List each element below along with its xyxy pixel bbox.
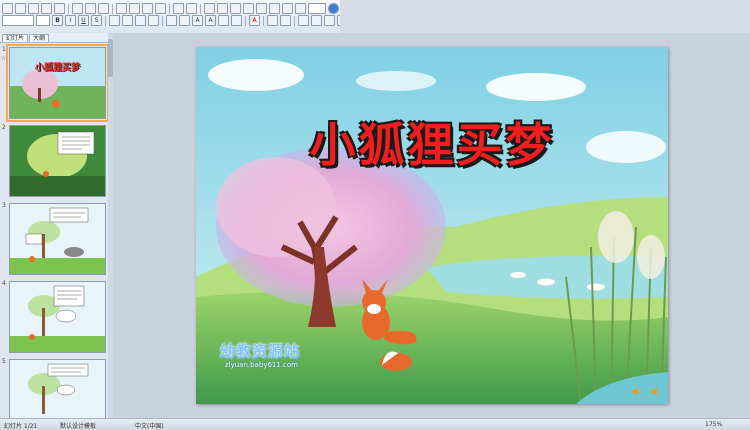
status-bar: 幻灯片 1/21 默认设计模板 中文(中国) 175% <box>0 418 750 430</box>
thumbnail-item-1[interactable]: 1 ☆ 小狐狸买梦 <box>0 44 109 122</box>
thumbnail-5-art <box>10 360 105 418</box>
thumbnail-slide-3[interactable] <box>9 203 106 275</box>
bullets-icon[interactable] <box>179 15 190 26</box>
design-icon[interactable] <box>267 15 278 26</box>
toolbar-row-standard <box>2 3 339 14</box>
slide-title[interactable]: 小狐狸买梦 <box>196 109 668 175</box>
separator <box>245 15 246 26</box>
thumbnail-title: 小狐狸买梦 <box>34 63 80 73</box>
distribute-icon[interactable] <box>148 15 159 26</box>
thumbnail-4-art <box>10 282 105 352</box>
chart-icon[interactable] <box>204 3 215 14</box>
thumbnail-number: 1 <box>2 46 6 53</box>
italic-icon[interactable]: I <box>65 15 76 26</box>
slide-canvas[interactable]: 小狐狸买梦 幼教资源站 zlyuan.baby611.com <box>196 47 668 404</box>
expand-icon[interactable] <box>256 3 267 14</box>
permission-icon[interactable] <box>41 3 52 14</box>
separator <box>169 3 170 14</box>
toolbar-empty-area <box>340 0 750 33</box>
separator <box>105 15 106 26</box>
color-grayscale-icon[interactable] <box>295 3 306 14</box>
thumbnail-1-art <box>10 48 105 118</box>
redo-icon[interactable] <box>186 3 197 14</box>
speaker-icon[interactable] <box>650 386 661 397</box>
thumbnail-2-art <box>10 126 105 196</box>
format-painter-icon[interactable] <box>155 3 166 14</box>
toolbar-row-formatting: B I U S A A A <box>2 15 387 26</box>
thumbnail-number: 3 <box>2 202 6 209</box>
align-center-icon[interactable] <box>122 15 133 26</box>
cut-icon[interactable] <box>116 3 127 14</box>
bold-icon[interactable]: B <box>52 15 63 26</box>
thumbnail-slide-4[interactable] <box>9 281 106 353</box>
separator <box>112 3 113 14</box>
print-icon[interactable] <box>54 3 65 14</box>
pane-tabs: 幻灯片 大纲 <box>0 33 112 43</box>
autoshapes-icon[interactable] <box>311 15 322 26</box>
decrease-indent-icon[interactable] <box>218 15 229 26</box>
separator <box>200 3 201 14</box>
separator <box>294 15 295 26</box>
shadow-icon[interactable]: S <box>91 15 102 26</box>
save-icon[interactable] <box>28 3 39 14</box>
thumbnail-slide-2[interactable] <box>9 125 106 197</box>
align-left-icon[interactable] <box>109 15 120 26</box>
slides-pane: 幻灯片 大纲 1 ☆ 小狐狸买梦 2 3 4 5 <box>0 33 113 419</box>
help-icon[interactable] <box>328 3 339 14</box>
paste-icon[interactable] <box>142 3 153 14</box>
separator <box>68 3 69 14</box>
open-icon[interactable] <box>15 3 26 14</box>
thumbnail-number: 5 <box>2 358 6 365</box>
numbering-icon[interactable] <box>166 15 177 26</box>
increase-indent-icon[interactable] <box>231 15 242 26</box>
copy-icon[interactable] <box>129 3 140 14</box>
table-icon[interactable] <box>217 3 228 14</box>
thumbnail-3-art <box>10 204 105 274</box>
slide-editor-area: 小狐狸买梦 幼教资源站 zlyuan.baby611.com <box>113 33 750 418</box>
thumbnail-slide-5[interactable] <box>9 359 106 419</box>
thumbnail-number: 2 <box>2 124 6 131</box>
grid-icon[interactable] <box>282 3 293 14</box>
print-preview-icon[interactable] <box>72 3 83 14</box>
thumbnail-item-4[interactable]: 4 <box>0 280 108 353</box>
separator <box>263 15 264 26</box>
watermark-url: zlyuan.baby611.com <box>225 361 299 369</box>
research-icon[interactable] <box>98 3 109 14</box>
new-icon[interactable] <box>2 3 13 14</box>
show-formatting-icon[interactable] <box>269 3 280 14</box>
speaker-icon[interactable] <box>631 386 642 397</box>
thumbnail-item-3[interactable]: 3 <box>0 202 108 275</box>
tab-slides[interactable]: 幻灯片 <box>2 33 29 42</box>
underline-icon[interactable]: U <box>78 15 89 26</box>
watermark-text: 幼教资源站 <box>220 342 301 360</box>
new-slide-icon[interactable] <box>280 15 291 26</box>
separator <box>162 15 163 26</box>
undo-icon[interactable] <box>173 3 184 14</box>
spelling-icon[interactable] <box>85 3 96 14</box>
animation-star-icon: ☆ <box>1 55 7 62</box>
thumbnail-slide-1[interactable]: 小狐狸买梦 <box>6 44 109 122</box>
line-icon[interactable] <box>324 15 335 26</box>
font-name-box[interactable] <box>2 15 34 26</box>
increase-font-icon[interactable]: A <box>192 15 203 26</box>
align-right-icon[interactable] <box>135 15 146 26</box>
thumbnail-item-2[interactable]: 2 <box>0 124 108 197</box>
hyperlink-icon[interactable] <box>243 3 254 14</box>
draw-icon[interactable] <box>298 15 309 26</box>
font-color-icon[interactable]: A <box>249 15 260 26</box>
zoom-box[interactable] <box>308 3 326 14</box>
status-zoom[interactable]: 175% <box>705 421 722 428</box>
decrease-font-icon[interactable]: A <box>205 15 216 26</box>
thumbnail-number: 4 <box>2 280 6 287</box>
tables-borders-icon[interactable] <box>230 3 241 14</box>
font-size-box[interactable] <box>36 15 50 26</box>
tab-outline[interactable]: 大纲 <box>29 33 50 42</box>
